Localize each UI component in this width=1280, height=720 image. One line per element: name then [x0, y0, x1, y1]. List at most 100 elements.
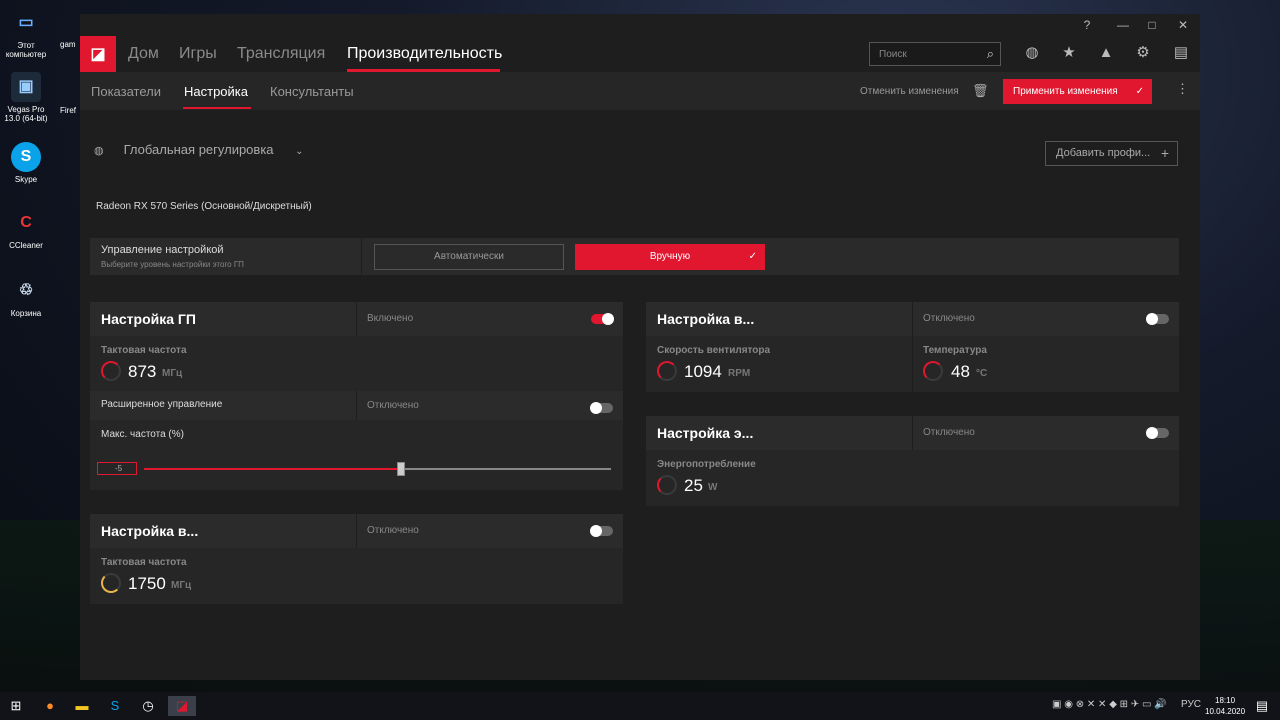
- panel-title: Настройка в...: [101, 523, 199, 539]
- temperature-value: 48: [951, 362, 970, 381]
- skype-icon: S: [11, 142, 41, 172]
- gauge-icon: [101, 573, 121, 593]
- maximize-button[interactable]: □: [1144, 17, 1160, 33]
- globe-icon[interactable]: ◍: [1022, 43, 1042, 63]
- tuning-content: ◍ Глобальная регулировка ⌄ Добавить проф…: [80, 110, 1200, 680]
- max-frequency-slider[interactable]: [144, 462, 611, 476]
- metric-label: Энергопотребление: [657, 459, 756, 470]
- desktop-icon-vegas[interactable]: ▣ Vegas Pro 13.0 (64-bit): [4, 72, 48, 123]
- gpu-tuning-toggle[interactable]: [591, 313, 614, 325]
- tab-streaming[interactable]: Трансляция: [237, 45, 325, 63]
- tray-icons[interactable]: ▣ ◉ ⊗ ✕ ✕ ◆ ⊞ ✈ ▭ 🔊: [1052, 699, 1167, 710]
- active-subtab-indicator: [183, 107, 251, 109]
- tab-games[interactable]: Игры: [179, 45, 217, 63]
- panel-state: Отключено: [367, 525, 419, 536]
- panel-title: Настройка ГП: [101, 311, 196, 327]
- main-nav: ◪ Дом Игры Трансляция Производительность…: [80, 36, 1200, 72]
- max-frequency-input[interactable]: -5: [97, 462, 137, 475]
- panel-title: Настройка в...: [657, 311, 755, 327]
- desktop-icon-partial[interactable]: gam: [60, 40, 82, 49]
- panel-state: Отключено: [923, 313, 975, 324]
- discard-changes-button[interactable]: Отменить изменения: [860, 86, 959, 97]
- chevron-down-icon: ⌄: [295, 146, 304, 157]
- trash-icon[interactable]: 🗑: [972, 83, 989, 99]
- max-frequency-label: Макс. частота (%): [101, 429, 184, 440]
- auto-button[interactable]: Автоматически: [374, 244, 564, 270]
- power-tuning-toggle[interactable]: [1146, 427, 1169, 439]
- layout-icon[interactable]: ▤: [1171, 43, 1191, 63]
- check-icon: ✓: [1135, 86, 1144, 97]
- apply-changes-button[interactable]: Применить изменения ✓: [1003, 79, 1152, 104]
- windows-start-icon[interactable]: ⊞: [6, 696, 26, 716]
- vegas-icon: ▣: [11, 72, 41, 102]
- advanced-control-toggle[interactable]: [590, 402, 613, 414]
- clock-app-icon[interactable]: ◷: [138, 696, 158, 716]
- metric-value: 873: [128, 362, 157, 381]
- fan-speed-label: Скорость вентилятора: [657, 345, 771, 356]
- radeon-settings-window: ? — □ ✕ ◪ Дом Игры Трансляция Производит…: [80, 14, 1200, 680]
- fan-tuning-toggle[interactable]: [1146, 313, 1169, 325]
- language-indicator[interactable]: РУС: [1181, 699, 1201, 710]
- slider-fill: [144, 468, 401, 470]
- panel-state: Включено: [367, 313, 414, 324]
- metric-value: 25: [684, 476, 703, 495]
- skype-icon[interactable]: S: [105, 696, 125, 716]
- recycle-bin-icon: ♲: [18, 281, 34, 299]
- ccleaner-icon: C: [20, 213, 32, 231]
- computer-icon: ▭: [18, 13, 34, 31]
- metric-unit: МГц: [162, 368, 183, 379]
- search-icon[interactable]: ⌕: [987, 46, 994, 62]
- desktop-icon-recycle-bin[interactable]: ♲ Корзина: [4, 276, 48, 318]
- slider-thumb[interactable]: [396, 462, 405, 476]
- advanced-control-row: Расширенное управление Отключено: [90, 391, 623, 420]
- check-icon: ✓: [748, 251, 757, 262]
- minimize-button[interactable]: —: [1115, 17, 1131, 33]
- fan-speed-unit: RPM: [728, 368, 751, 379]
- star-icon[interactable]: ★: [1059, 43, 1079, 63]
- globe-icon: ◍: [94, 145, 104, 157]
- tab-performance[interactable]: Производительность: [347, 45, 502, 63]
- gear-icon[interactable]: ⚙: [1133, 43, 1153, 63]
- search-input[interactable]: Поиск ⌕: [869, 42, 1001, 66]
- close-button[interactable]: ✕: [1175, 17, 1191, 33]
- help-icon[interactable]: ?: [1079, 17, 1095, 33]
- metric-value: 1750: [128, 574, 166, 593]
- title-bar: ? — □ ✕: [80, 14, 1200, 36]
- desktop-icon-ccleaner[interactable]: C CCleaner: [4, 208, 48, 250]
- gpu-name: Radeon RX 570 Series (Основной/Дискретны…: [96, 201, 312, 212]
- notifications-icon[interactable]: ▤: [1252, 696, 1272, 716]
- amd-logo-icon: ◪: [80, 36, 116, 72]
- metric-label: Тактовая частота: [101, 557, 187, 568]
- folder-icon[interactable]: ▬: [72, 696, 92, 716]
- manual-button[interactable]: Вручную ✓: [575, 244, 765, 270]
- taskbar-clock[interactable]: 18:10 10.04.2020: [1205, 695, 1245, 717]
- more-options-icon[interactable]: ⋮: [1176, 81, 1189, 97]
- tab-home[interactable]: Дом: [128, 45, 159, 63]
- tab-metrics[interactable]: Показатели: [91, 84, 161, 99]
- profile-selector[interactable]: ◍ Глобальная регулировка ⌄: [94, 142, 304, 157]
- add-profile-button[interactable]: Добавить профи... +: [1045, 141, 1178, 166]
- bell-icon[interactable]: ▲: [1096, 43, 1116, 63]
- tab-advisors[interactable]: Консультанты: [270, 84, 354, 99]
- desktop-icon-partial[interactable]: Firef: [60, 106, 82, 115]
- gauge-icon: [657, 361, 677, 381]
- metric-unit: W: [708, 482, 718, 493]
- tab-tuning[interactable]: Настройка: [184, 84, 248, 99]
- temperature-label: Температура: [923, 345, 987, 356]
- desktop-icon-this-pc[interactable]: ▭ Этот компьютер: [4, 8, 48, 59]
- gauge-icon: [101, 361, 121, 381]
- radeon-taskbar-icon[interactable]: ◪: [168, 696, 196, 716]
- tuning-control-row: Управление настройкой Выберите уровень н…: [90, 238, 1179, 275]
- vram-tuning-toggle[interactable]: [590, 525, 613, 537]
- sub-nav: Показатели Настройка Консультанты Отмени…: [80, 72, 1200, 110]
- fan-tuning-panel: Настройка в... Отключено Скорость вентил…: [646, 302, 1179, 392]
- desktop-icon-skype[interactable]: S Skype: [4, 142, 48, 184]
- temperature-unit: °C: [976, 368, 988, 379]
- metric-label: Тактовая частота: [101, 345, 187, 356]
- gpu-tuning-panel: Настройка ГП Включено Тактовая частота 8…: [90, 302, 623, 490]
- plus-icon: +: [1160, 145, 1169, 161]
- metric-unit: МГц: [171, 580, 192, 591]
- gauge-icon: [923, 361, 943, 381]
- firefox-icon[interactable]: ●: [40, 696, 60, 716]
- taskbar: ⊞ ● ▬ S ◷ ◪ ▣ ◉ ⊗ ✕ ✕ ◆ ⊞ ✈ ▭ 🔊 РУС 18:1…: [0, 692, 1280, 720]
